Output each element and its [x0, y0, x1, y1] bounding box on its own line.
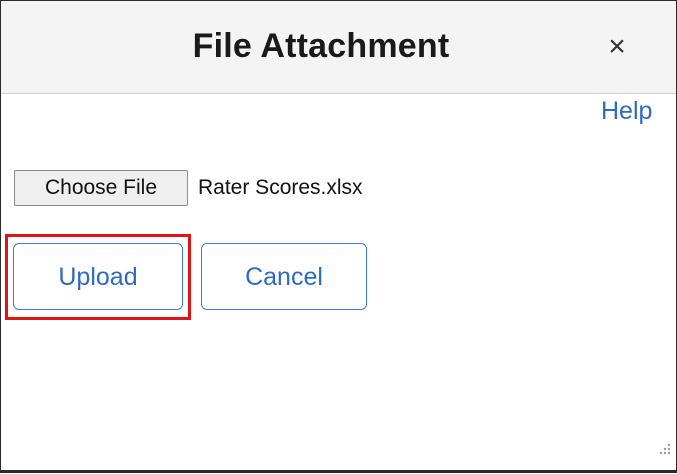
resize-grip-icon[interactable] [651, 439, 673, 461]
dialog-titlebar: File Attachment × [1, 1, 676, 94]
cancel-button[interactable]: Cancel [201, 243, 367, 310]
highlight-box [5, 234, 191, 320]
selected-file-name: Rater Scores.xlsx [198, 176, 363, 199]
dialog-title: File Attachment [192, 27, 450, 65]
choose-file-button[interactable]: Choose File [14, 170, 188, 206]
close-icon[interactable]: × [597, 27, 637, 67]
file-attachment-dialog: File Attachment × Help Choose File Rater… [0, 0, 677, 473]
help-link[interactable]: Help [601, 97, 652, 126]
